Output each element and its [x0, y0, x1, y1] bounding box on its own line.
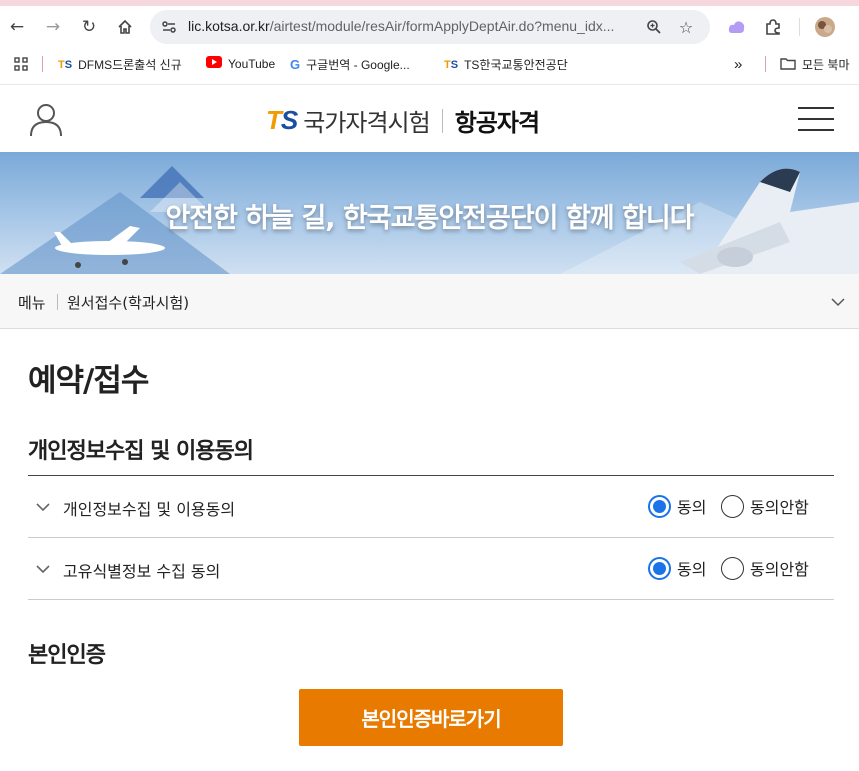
extension-cloud-icon[interactable]: [726, 16, 748, 38]
home-icon[interactable]: [114, 16, 136, 38]
site-logo[interactable]: TS 국가자격시험 항공자격: [266, 103, 540, 138]
folder-icon: [780, 57, 796, 73]
agree-radio[interactable]: 동의: [648, 556, 706, 580]
logo-subtitle: 항공자격: [454, 109, 540, 137]
bookmark-kotsa[interactable]: TS TS한국교통안전공단: [444, 56, 568, 73]
consent-section-title: 개인정보수집 및 이용동의: [28, 439, 254, 464]
bookmarks-bar: TS DFMS드론출석 신규 YouTube G 구글번역 - Google..…: [0, 48, 859, 80]
expand-chevron-icon[interactable]: [36, 500, 50, 514]
auth-section-title: 본인인증: [28, 643, 106, 668]
ts-favicon-icon: TS: [444, 58, 459, 71]
logo-name: 국가자격시험: [303, 109, 430, 137]
forward-icon[interactable]: →: [42, 16, 64, 38]
extensions-puzzle-icon[interactable]: [762, 16, 784, 38]
bookmark-separator: [42, 56, 43, 72]
banner-slogan: 안전한 하늘 길, 한국교통안전공단이 함께 합니다: [165, 203, 694, 234]
url-path: /airtest/module/resAir/formApplyDeptAir.…: [269, 18, 615, 34]
breadcrumb-current[interactable]: 원서접수(학과시험): [67, 292, 189, 313]
bookmark-dfms[interactable]: TS DFMS드론출석 신규: [58, 56, 182, 73]
apps-grid-icon[interactable]: [10, 53, 32, 75]
agree-radio[interactable]: 동의: [648, 494, 706, 518]
agree-label: 동의: [677, 498, 707, 517]
consent-row-unique-id: 고유식별정보 수집 동의 동의 동의안함: [28, 538, 834, 600]
radio-unselected-icon[interactable]: [721, 494, 744, 518]
consent-label[interactable]: 고유식별정보 수집 동의: [63, 558, 220, 582]
bookmark-separator: [765, 56, 766, 72]
consent-row-personal-info: 개인정보수집 및 이용동의 동의 동의안함: [28, 476, 834, 538]
agree-label: 동의: [677, 560, 707, 579]
site-header: TS 국가자격시험 항공자격: [0, 84, 859, 152]
bookmark-youtube[interactable]: YouTube: [206, 56, 275, 71]
radio-unselected-icon[interactable]: [721, 556, 744, 580]
disagree-radio[interactable]: 동의안함: [721, 494, 809, 518]
url-host: lic.kotsa.or.kr: [188, 18, 270, 34]
logo-divider: [441, 108, 443, 133]
radio-selected-icon[interactable]: [648, 494, 671, 518]
expand-chevron-icon[interactable]: [36, 562, 50, 576]
breadcrumb-menu-link[interactable]: 메뉴: [18, 292, 46, 313]
zoom-icon[interactable]: [644, 17, 664, 37]
url-text: lic.kotsa.or.kr/airtest/module/resAir/fo…: [188, 18, 614, 34]
breadcrumb: 메뉴 원서접수(학과시험): [0, 274, 859, 329]
bookmark-label: 모든 북마: [802, 58, 850, 72]
bookmark-label: DFMS드론출석 신규: [78, 58, 182, 72]
browser-toolbar: ← → ↻ lic.kotsa.or.kr/airtest/module/res…: [0, 6, 859, 48]
disagree-radio[interactable]: 동의안함: [721, 556, 809, 580]
bookmark-label: YouTube: [228, 56, 276, 71]
google-icon: G: [290, 57, 301, 72]
radio-selected-icon[interactable]: [648, 556, 671, 580]
toolbar-divider: [799, 18, 800, 36]
address-bar[interactable]: lic.kotsa.or.kr/airtest/module/resAir/fo…: [150, 10, 710, 44]
youtube-icon: [206, 56, 222, 71]
ts-favicon-icon: TS: [58, 58, 73, 71]
profile-avatar[interactable]: [814, 16, 836, 38]
site-info-icon[interactable]: [160, 18, 178, 36]
bookmarks-overflow-button[interactable]: »: [734, 56, 742, 73]
hero-banner: 안전한 하늘 길, 한국교통안전공단이 함께 합니다: [0, 152, 859, 274]
consent-label[interactable]: 개인정보수집 및 이용동의: [63, 496, 235, 520]
user-icon[interactable]: [28, 101, 64, 137]
bookmark-google-translate[interactable]: G 구글번역 - Google...: [290, 56, 410, 73]
bookmark-star-icon[interactable]: ☆: [676, 17, 696, 37]
disagree-label: 동의안함: [750, 498, 809, 517]
page-title: 예약/접수: [28, 363, 149, 399]
breadcrumb-separator: [57, 294, 58, 310]
back-icon[interactable]: ←: [6, 16, 28, 38]
chevron-down-icon[interactable]: [830, 294, 846, 310]
all-bookmarks-button[interactable]: 모든 북마: [780, 56, 850, 73]
bookmark-label: 구글번역 - Google...: [306, 58, 410, 72]
disagree-label: 동의안함: [750, 560, 809, 579]
reload-icon[interactable]: ↻: [78, 16, 100, 38]
logo-mark: TS: [266, 105, 298, 135]
hamburger-menu-icon[interactable]: [798, 107, 834, 131]
identity-verification-button[interactable]: 본인인증바로가기: [299, 689, 563, 746]
bookmark-label: TS한국교통안전공단: [464, 58, 568, 72]
